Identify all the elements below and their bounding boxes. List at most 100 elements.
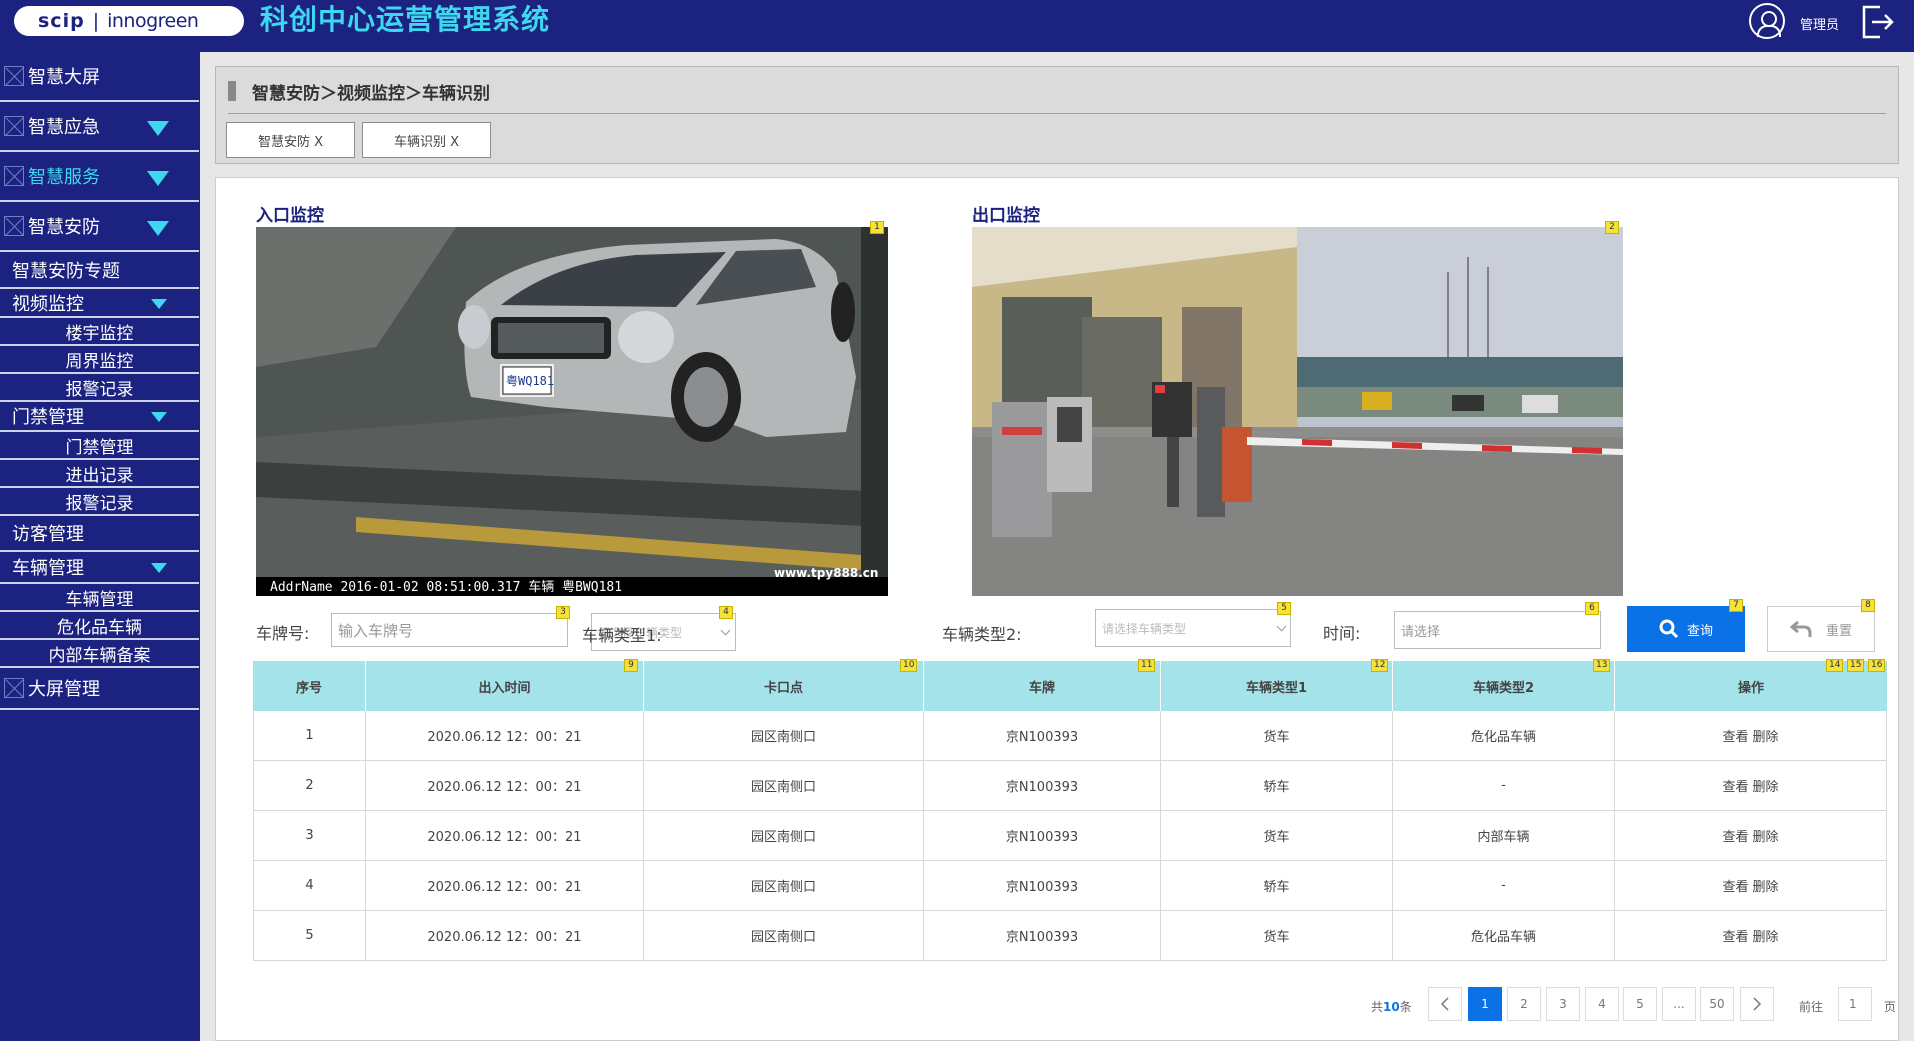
view-button[interactable]: 查看 xyxy=(1722,776,1748,795)
sidebar-item-access-management[interactable]: 门禁管理 xyxy=(0,432,199,460)
pagination-page-button[interactable]: 5 xyxy=(1623,987,1657,1021)
sidebar-item-hazmat-vehicles[interactable]: 危化品车辆 xyxy=(0,612,199,640)
reset-button[interactable]: 重置 xyxy=(1767,606,1875,652)
delete-button[interactable]: 删除 xyxy=(1753,876,1779,895)
pagination-page-button[interactable]: 3 xyxy=(1546,987,1580,1021)
sidebar-item-video-monitor[interactable]: 视频监控 xyxy=(0,289,199,318)
triangle-down-icon xyxy=(147,171,169,186)
view-button[interactable]: 查看 xyxy=(1722,926,1748,945)
table-row: 1 2020.06.12 12：00：21 园区南侧口 京N100393 货车 危化品车辆… xyxy=(253,711,1887,761)
cell-gate: 园区南侧口 xyxy=(643,861,923,910)
vehicle-type2-select[interactable]: 请选择车辆类型 xyxy=(1095,609,1291,647)
sidebar-item-label: 智慧安防 xyxy=(28,217,100,238)
sidebar-item-entry-exit-records[interactable]: 进出记录 xyxy=(0,460,199,488)
sidebar-item-label: 视频监控 xyxy=(12,293,84,315)
sidebar-item-vehicle-list[interactable]: 车辆管理 xyxy=(0,584,199,612)
user-name[interactable]: 管理员 xyxy=(1800,14,1839,33)
sidebar-item-dashboard[interactable]: 智慧大屏 xyxy=(0,52,199,102)
pagination-page-button[interactable]: 2 xyxy=(1507,987,1541,1021)
app-title: 科创中心运营管理系统 xyxy=(260,3,551,36)
entry-monitor-title: 入口监控 xyxy=(256,206,324,226)
exit-camera-image xyxy=(972,227,1623,596)
sidebar-item-security-topic[interactable]: 智慧安防专题 xyxy=(0,252,199,289)
logo-innogreen: innogreen xyxy=(107,10,199,32)
column-header-plate: 车牌 xyxy=(923,661,1160,711)
pagination-ellipsis[interactable]: ... xyxy=(1662,987,1696,1021)
delete-button[interactable]: 删除 xyxy=(1753,726,1779,745)
delete-button[interactable]: 删除 xyxy=(1753,826,1779,845)
sidebar-item-vehicle-management[interactable]: 车辆管理 xyxy=(0,552,199,584)
vehicle-type2-label: 车辆类型2: xyxy=(942,625,1022,644)
view-button[interactable]: 查看 xyxy=(1722,826,1748,845)
cell-time: 2020.06.12 12：00：21 xyxy=(365,811,643,860)
logout-icon[interactable] xyxy=(1858,3,1896,41)
sidebar-item-visitor-management[interactable]: 访客管理 xyxy=(0,516,199,552)
cell-actions: 查看 删除 xyxy=(1614,911,1887,960)
sidebar-item-label: 车辆管理 xyxy=(12,558,84,579)
sidebar-item-alarm-records[interactable]: 报警记录 xyxy=(0,374,199,402)
pagination-next-button[interactable] xyxy=(1740,987,1774,1021)
column-header-gate: 卡口点 xyxy=(643,661,923,711)
sidebar-item-emergency[interactable]: 智慧应急 xyxy=(0,102,199,152)
sidebar-item-screen-management[interactable]: 大屏管理 xyxy=(0,668,199,710)
plate-label: 车牌号: xyxy=(256,624,310,643)
logo-separator: | xyxy=(92,10,100,32)
pagination-page-button[interactable]: 50 xyxy=(1700,987,1734,1021)
broken-image-icon xyxy=(4,678,24,698)
top-header: scip | innogreen 科创中心运营管理系统 管理员 xyxy=(0,0,1914,52)
cell-no: 1 xyxy=(253,711,365,760)
sidebar-item-security[interactable]: 智慧安防 xyxy=(0,202,199,252)
delete-button[interactable]: 删除 xyxy=(1753,776,1779,795)
sidebar-item-label: 车辆管理 xyxy=(65,589,134,610)
sidebar-item-label: 智慧大屏 xyxy=(28,67,100,88)
query-button[interactable]: 查询 xyxy=(1627,606,1745,652)
annotation-badge: 1 xyxy=(870,221,884,234)
annotation-badge: 12 xyxy=(1371,659,1389,672)
pagination-total: 共10条 xyxy=(1371,998,1412,1034)
annotation-badge: 9 xyxy=(624,659,638,672)
view-button[interactable]: 查看 xyxy=(1722,726,1748,745)
column-header-no: 序号 xyxy=(295,680,322,696)
pagination-total-suffix: 条 xyxy=(1399,1000,1412,1014)
pagination-goto-label: 前往 xyxy=(1799,1000,1824,1014)
pagination-total-count: 10 xyxy=(1383,1000,1400,1014)
exit-monitor-title: 出口监控 xyxy=(972,206,1040,226)
tab-vehicle-recognition[interactable]: 车辆识别 X xyxy=(362,122,491,158)
sidebar-item-label: 内部车辆备案 xyxy=(48,645,151,666)
sidebar-item-building-monitor[interactable]: 楼宇监控 xyxy=(0,318,199,346)
cell-type1: 轿车 xyxy=(1160,861,1392,910)
pagination-total-prefix: 共 xyxy=(1371,1000,1384,1014)
pagination-page-button[interactable]: 4 xyxy=(1585,987,1619,1021)
table-row: 2 2020.06.12 12：00：21 园区南侧口 京N100393 轿车 - 查看 删除 xyxy=(253,761,1887,811)
annotation-badge: 4 xyxy=(719,606,733,619)
pagination-page-button[interactable]: 1 xyxy=(1468,987,1502,1021)
exit-camera-feed[interactable] xyxy=(972,227,1623,596)
sidebar-item-access-alarm-records[interactable]: 报警记录 xyxy=(0,488,199,516)
entry-camera-feed[interactable]: 粤WQ181 AddrName 2016-01-02 08:51:00.317 … xyxy=(256,227,888,596)
cell-gate: 园区南侧口 xyxy=(643,761,923,810)
breadcrumb-panel: 智慧安防＞视频监控＞车辆识别 智慧安防 X 车辆识别 X xyxy=(215,66,1899,164)
cell-no: 3 xyxy=(253,811,365,860)
view-button[interactable]: 查看 xyxy=(1722,876,1748,895)
annotation-badge: 3 xyxy=(556,606,570,619)
pagination-goto-input[interactable]: 1 xyxy=(1838,987,1872,1021)
tab-smart-security[interactable]: 智慧安防 X xyxy=(226,122,355,158)
plate-input[interactable]: 输入车牌号 xyxy=(331,613,568,647)
delete-button[interactable]: 删除 xyxy=(1753,926,1779,945)
cell-gate: 园区南侧口 xyxy=(643,911,923,960)
cell-time: 2020.06.12 12：00：21 xyxy=(365,711,643,760)
time-picker-input[interactable]: 请选择 xyxy=(1394,611,1601,649)
annotation-badge: 7 xyxy=(1729,599,1743,612)
sidebar-item-label: 智慧服务 xyxy=(28,167,100,188)
sidebar-item-label: 智慧应急 xyxy=(28,117,100,138)
pagination-prev-button[interactable] xyxy=(1428,987,1462,1021)
sidebar-item-access-control[interactable]: 门禁管理 xyxy=(0,402,199,432)
user-avatar-icon[interactable] xyxy=(1749,3,1785,39)
chevron-right-icon xyxy=(1753,997,1762,1011)
annotation-badge: 14 xyxy=(1826,659,1844,672)
sidebar-item-perimeter-monitor[interactable]: 周界监控 xyxy=(0,346,199,374)
sidebar-item-services[interactable]: 智慧服务 xyxy=(0,152,199,202)
sidebar-item-internal-vehicles[interactable]: 内部车辆备案 xyxy=(0,640,199,668)
cell-time: 2020.06.12 12：00：21 xyxy=(365,911,643,960)
broken-image-icon xyxy=(4,116,24,136)
